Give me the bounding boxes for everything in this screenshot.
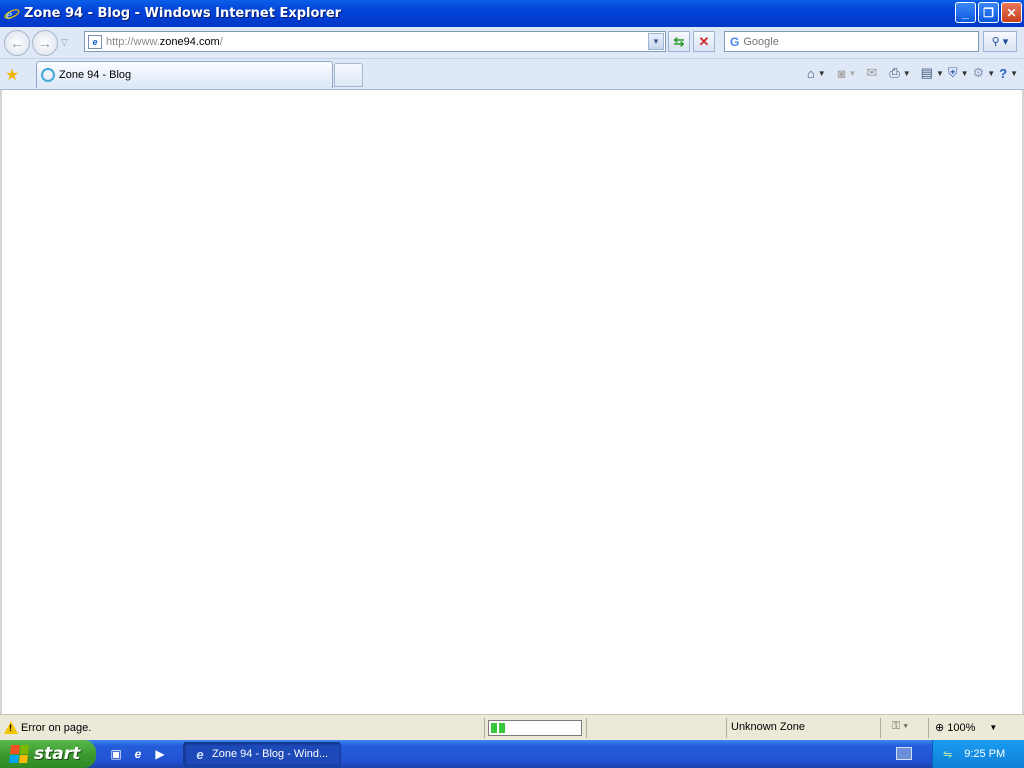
stop-icon: ✕: [698, 33, 710, 49]
search-input[interactable]: [743, 35, 944, 48]
restore-button[interactable]: ❐: [978, 2, 999, 23]
back-button[interactable]: ←: [4, 30, 30, 56]
start-button[interactable]: start: [0, 740, 96, 768]
divider: [880, 718, 881, 738]
favorites-star-icon[interactable]: ★: [5, 65, 19, 85]
divider: [586, 718, 587, 738]
rss-feed-icon: ◙: [837, 65, 846, 81]
safety-menu-button[interactable]: ⛨ ▼: [948, 63, 969, 83]
loading-icon: [41, 68, 55, 82]
url-suffix: /: [219, 35, 223, 48]
tab-zone94-blog[interactable]: Zone 94 - Blog: [36, 61, 333, 88]
show-desktop-icon[interactable]: ▣: [108, 746, 124, 762]
protected-mode-icon[interactable]: ⚿ ▾: [892, 720, 908, 733]
help-icon: ?: [999, 65, 1008, 81]
gear-icon: ⚙: [972, 65, 985, 80]
url-field[interactable]: e http://www. zone94.com / ▼: [84, 31, 666, 52]
search-button[interactable]: ⚲ ▾: [983, 31, 1017, 52]
refresh-icon: ⇆: [673, 33, 685, 49]
page-icon: e: [88, 34, 102, 49]
mail-icon: ✉: [866, 65, 878, 80]
warning-icon[interactable]: !: [4, 721, 18, 734]
forward-button[interactable]: →: [32, 30, 58, 56]
progress-bar: [488, 720, 582, 736]
zoom-dropdown-icon: ▼: [989, 723, 998, 732]
print-button[interactable]: ⎙ ▼: [889, 63, 910, 83]
close-button[interactable]: ✕: [1001, 2, 1022, 23]
page-icon: ▤: [920, 65, 933, 80]
divider: [928, 718, 929, 738]
shield-icon: ⛨: [947, 65, 958, 80]
zoom-icon: ⊕: [935, 722, 945, 734]
page-menu-button[interactable]: ▤ ▼: [921, 63, 944, 83]
refresh-button[interactable]: ⇆: [668, 31, 690, 52]
address-bar: ← → ▽ e http://www.zone94.com/ ▼ ⇆ ✕ G ⚲…: [0, 27, 1024, 59]
keyboard-icon[interactable]: [896, 747, 912, 760]
divider: [726, 718, 727, 738]
back-arrow-icon: ←: [10, 35, 24, 51]
taskbar: start ▣ e ▶ e Zone 94 - Blog - Wind... ⇋…: [0, 740, 1024, 768]
system-tray: ⇋ 9:25 PM: [932, 740, 1024, 768]
url-dropdown-button[interactable]: ▼: [648, 33, 664, 50]
page-content[interactable]: [0, 90, 1024, 714]
minimize-button[interactable]: _: [955, 2, 976, 23]
tab-title: Zone 94 - Blog: [59, 69, 132, 81]
search-box: G: [724, 31, 979, 52]
home-icon: ⌂: [806, 65, 815, 81]
network-icon[interactable]: ⇋: [943, 748, 952, 761]
internet-explorer-icon[interactable]: e: [130, 746, 146, 762]
restore-icon: ❐: [983, 5, 994, 20]
url-host: zone94.com: [159, 35, 220, 48]
tools-menu-button[interactable]: ⚙ ▼: [973, 63, 996, 83]
url-prefix: http://www.: [106, 35, 160, 48]
tab-bar: ★ Zone 94 - Blog ⌂ ▼ ◙ ▼ ✉ ⎙ ▼ ▤ ▼ ⛨ ▼ ⚙ ▼ ? ▼: [0, 59, 1024, 90]
minimize-icon: _: [962, 5, 969, 20]
ie-logo-icon: e: [4, 6, 20, 23]
close-icon: ✕: [1006, 5, 1017, 20]
ie-task-icon: e: [196, 746, 204, 762]
quick-launch: ▣ e ▶: [108, 746, 168, 762]
taskbar-button-ie[interactable]: e Zone 94 - Blog - Wind...: [183, 742, 341, 766]
recent-pages-dropdown-icon[interactable]: ▽: [61, 37, 68, 48]
feeds-button[interactable]: ◙ ▼: [838, 63, 857, 83]
command-bar: ⌂ ▼ ◙ ▼ ✉ ⎙ ▼ ▤ ▼ ⛨ ▼ ⚙ ▼ ? ▼: [807, 63, 1018, 83]
svg-text:e: e: [6, 8, 12, 22]
read-mail-button[interactable]: ✉: [866, 63, 877, 83]
windows-flag-icon: [9, 745, 29, 763]
task-button-label: Zone 94 - Blog - Wind...: [212, 748, 329, 760]
start-label: start: [34, 744, 81, 764]
new-tab-button[interactable]: [334, 63, 363, 87]
window-title: Zone 94 - Blog - Windows Internet Explor…: [24, 6, 342, 21]
title-bar: e Zone 94 - Blog - Windows Internet Expl…: [0, 0, 1024, 27]
status-bar: ! Error on page. Unknown Zone ⚿ ▾ ⊕ 100% ▼: [0, 714, 1024, 740]
search-icon: ⚲ ▾: [991, 36, 1009, 48]
printer-icon: ⎙: [889, 65, 900, 80]
forward-arrow-icon: →: [38, 35, 52, 51]
home-button[interactable]: ⌂ ▼: [807, 63, 826, 83]
security-zone[interactable]: Unknown Zone: [731, 721, 805, 733]
zoom-control[interactable]: ⊕ 100% ▼: [935, 721, 998, 735]
clock[interactable]: 9:25 PM: [964, 748, 1005, 760]
zoom-level: 100%: [947, 721, 976, 734]
status-message[interactable]: Error on page.: [21, 722, 91, 734]
google-icon: G: [730, 34, 740, 49]
stop-button[interactable]: ✕: [693, 31, 715, 52]
media-player-icon[interactable]: ▶: [152, 746, 168, 762]
progress-fill: [491, 723, 505, 733]
help-menu-button[interactable]: ? ▼: [999, 63, 1018, 83]
divider: [484, 718, 485, 738]
